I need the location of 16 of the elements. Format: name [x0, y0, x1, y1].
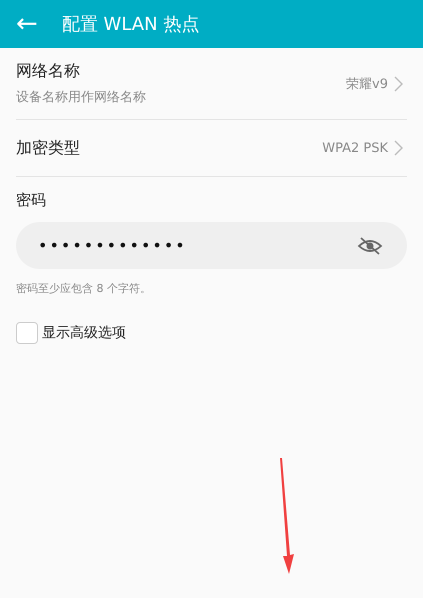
password-label: 密码: [16, 191, 47, 210]
chevron-icon: [394, 140, 403, 156]
setting-label: 网络名称: [16, 61, 81, 82]
setting-label: 加密类型: [16, 138, 81, 158]
eye-slash-icon[interactable]: [357, 236, 383, 256]
setting-row[interactable]: 加密类型 WPA2 PSK: [16, 120, 407, 177]
setting-description: 设备名称用作网络名称: [16, 89, 147, 106]
chevron-icon: [394, 76, 403, 92]
checkbox[interactable]: [16, 322, 38, 344]
setting-row[interactable]: 网络名称 设备名称用作网络名称 荣耀v9: [16, 48, 407, 120]
setting-value: 荣耀v9: [346, 76, 388, 92]
page-title: 配置 WLAN 热点: [62, 13, 200, 36]
setting-value: WPA2 PSK: [322, 140, 388, 156]
password-hint: 密码至少应包含 8 个字符。: [16, 281, 152, 296]
password-field[interactable]: •••••••••••••: [16, 222, 407, 269]
checkbox-label: 显示高级选项: [42, 324, 126, 342]
